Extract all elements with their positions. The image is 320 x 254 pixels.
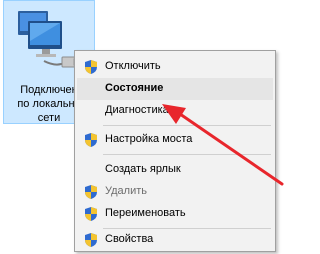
menu-item-label: Диагностика bbox=[105, 104, 169, 116]
shield-icon bbox=[85, 207, 97, 221]
menu-item-status[interactable]: Состояние bbox=[77, 78, 273, 100]
menu-separator bbox=[103, 154, 271, 155]
menu-item-label: Настройка моста bbox=[105, 133, 193, 145]
menu-item-label: Свойства bbox=[105, 233, 154, 245]
menu-item-rename[interactable]: Переименовать bbox=[77, 203, 273, 225]
menu-item-label: Удалить bbox=[105, 185, 147, 197]
menu-item-label: Создать ярлык bbox=[105, 163, 181, 175]
shield-icon bbox=[85, 60, 97, 74]
menu-item-bridge-settings[interactable]: Настройка моста bbox=[77, 129, 273, 151]
menu-item-properties[interactable]: Свойства bbox=[77, 229, 273, 251]
menu-item-label: Отключить bbox=[105, 60, 161, 72]
menu-item-label: Состояние bbox=[105, 82, 164, 94]
menu-item-label: Переименовать bbox=[105, 207, 186, 219]
menu-item-diagnostics[interactable]: Диагностика bbox=[77, 100, 273, 122]
menu-item-disable[interactable]: Отключить bbox=[77, 56, 273, 78]
shield-icon bbox=[85, 133, 97, 147]
context-menu: Отключить Состояние Диагностика Настройк… bbox=[74, 50, 276, 252]
menu-separator bbox=[103, 125, 271, 126]
shield-icon bbox=[85, 233, 97, 247]
menu-item-delete[interactable]: Удалить bbox=[77, 181, 273, 203]
shield-icon bbox=[85, 185, 97, 199]
menu-item-create-shortcut[interactable]: Создать ярлык bbox=[77, 159, 273, 181]
